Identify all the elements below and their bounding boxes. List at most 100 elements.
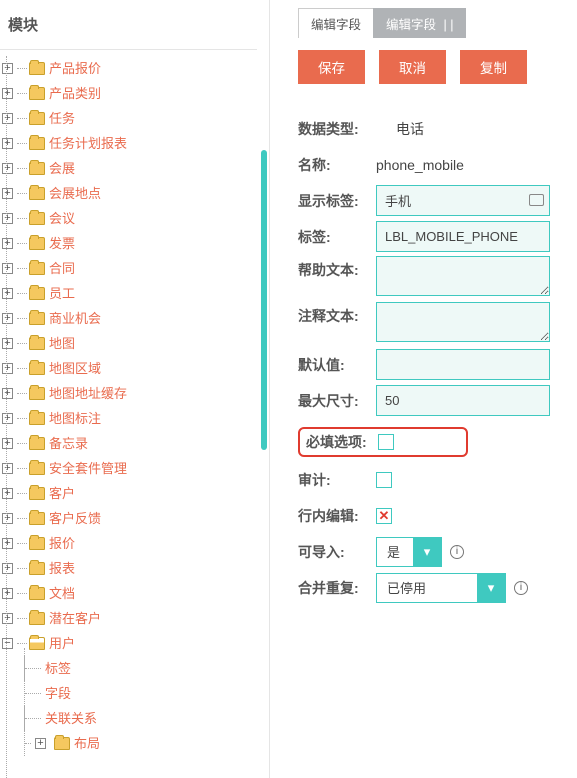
expand-icon[interactable]: + — [2, 288, 13, 299]
tree-label[interactable]: 布局 — [74, 731, 100, 756]
tree-label[interactable]: 产品类别 — [49, 81, 101, 106]
scrollbar-thumb[interactable] — [261, 150, 267, 450]
tree-label[interactable]: 报表 — [49, 556, 75, 581]
tree-label[interactable]: 用户 — [49, 631, 75, 656]
tree-label[interactable]: 产品报价 — [49, 56, 101, 81]
expand-icon[interactable]: + — [2, 438, 13, 449]
close-icon[interactable]: | | — [444, 18, 454, 32]
tree-label[interactable]: 任务计划报表 — [49, 131, 127, 156]
tree-node[interactable]: +地图地址缓存 — [2, 381, 257, 406]
tree-child[interactable]: 标签 — [2, 656, 257, 681]
tree-node[interactable]: + 地图标注 — [2, 406, 257, 431]
tree-label[interactable]: 任务 — [49, 106, 75, 131]
expand-icon[interactable]: + — [2, 113, 13, 124]
expand-icon[interactable]: + — [2, 538, 13, 549]
tree-node[interactable]: + 产品类别 — [2, 81, 257, 106]
expand-icon[interactable]: + — [2, 388, 13, 399]
tree-node[interactable]: + 潜在客户 — [2, 606, 257, 631]
cancel-button[interactable]: 取消 — [379, 50, 446, 84]
tree-label[interactable]: 商业机会 — [49, 306, 101, 331]
expand-icon[interactable]: + — [2, 63, 13, 74]
tree-label[interactable]: 字段 — [45, 681, 71, 706]
tree-label[interactable]: 会议 — [49, 206, 75, 231]
tree-label[interactable]: 备忘录 — [49, 431, 88, 456]
tree-label[interactable]: 文档 — [49, 581, 75, 606]
tree-node-users[interactable]: − 用户 — [2, 631, 257, 656]
checkbox-required[interactable] — [378, 434, 394, 450]
tree-node[interactable]: + 会议 — [2, 206, 257, 231]
tree-node[interactable]: + 发票 — [2, 231, 257, 256]
expand-icon[interactable]: + — [2, 563, 13, 574]
tree-label[interactable]: 潜在客户 — [49, 606, 101, 631]
input-max[interactable] — [376, 385, 550, 416]
expand-icon[interactable]: + — [2, 588, 13, 599]
input-display-label[interactable] — [376, 185, 550, 216]
tree-node[interactable]: + 会展地点 — [2, 181, 257, 206]
tree-node[interactable]: + 备忘录 — [2, 431, 257, 456]
input-default[interactable] — [376, 349, 550, 380]
tree-label[interactable]: 报价 — [49, 531, 75, 556]
tree-node[interactable]: + 地图 — [2, 331, 257, 356]
tree-node[interactable]: + 安全套件管理 — [2, 456, 257, 481]
expand-icon[interactable]: + — [2, 413, 13, 424]
select-merge[interactable]: 已停用 ▾ — [376, 573, 506, 603]
tree-node[interactable]: + 任务 — [2, 106, 257, 131]
tree-node[interactable]: + 产品报价 — [2, 56, 257, 81]
select-importable[interactable]: 是 ▾ — [376, 537, 442, 567]
expand-icon[interactable]: + — [35, 738, 46, 749]
tree-node[interactable]: + 会展 — [2, 156, 257, 181]
tab-active[interactable]: 编辑字段 | | — [373, 8, 466, 38]
input-help[interactable] — [376, 256, 550, 296]
input-comment[interactable] — [376, 302, 550, 342]
tree-child[interactable]: 字段 — [2, 681, 257, 706]
expand-icon[interactable]: + — [2, 313, 13, 324]
tree-label[interactable]: 会展地点 — [49, 181, 101, 206]
collapse-icon[interactable]: − — [2, 638, 13, 649]
tree-node[interactable]: + 客户反馈 — [2, 506, 257, 531]
tree-node[interactable]: + 客户 — [2, 481, 257, 506]
expand-icon[interactable]: + — [2, 338, 13, 349]
tree-label[interactable]: 发票 — [49, 231, 75, 256]
expand-icon[interactable]: + — [2, 138, 13, 149]
expand-icon[interactable]: + — [2, 513, 13, 524]
tree-label[interactable]: 客户 — [49, 481, 75, 506]
expand-icon[interactable]: + — [2, 363, 13, 374]
tree-node[interactable]: + 报表 — [2, 556, 257, 581]
info-icon[interactable]: i — [514, 581, 528, 595]
copy-button[interactable]: 复制 — [460, 50, 527, 84]
tree-label[interactable]: 关联关系 — [45, 706, 97, 731]
tree-label[interactable]: 会展 — [49, 156, 75, 181]
expand-icon[interactable]: + — [2, 88, 13, 99]
info-icon[interactable]: i — [450, 545, 464, 559]
tree-label[interactable]: 合同 — [49, 256, 75, 281]
expand-icon[interactable]: + — [2, 613, 13, 624]
tree-child[interactable]: 关联关系 — [2, 706, 257, 731]
expand-icon[interactable]: + — [2, 163, 13, 174]
expand-icon[interactable]: + — [2, 213, 13, 224]
tree-label[interactable]: 地图区域 — [49, 356, 101, 381]
tree-label[interactable]: 地图标注 — [49, 406, 101, 431]
tree-node[interactable]: + 报价 — [2, 531, 257, 556]
expand-icon[interactable]: + — [2, 188, 13, 199]
expand-icon[interactable]: + — [2, 238, 13, 249]
tree-label[interactable]: 员工 — [49, 281, 75, 306]
tree-node[interactable]: + 任务计划报表 — [2, 131, 257, 156]
keyboard-icon[interactable] — [529, 194, 544, 206]
tree-node[interactable]: + 员工 — [2, 281, 257, 306]
tree-node[interactable]: + 商业机会 — [2, 306, 257, 331]
tree-node[interactable]: + 文档 — [2, 581, 257, 606]
expand-icon[interactable]: + — [2, 263, 13, 274]
tree-label[interactable]: 标签 — [45, 656, 71, 681]
checkbox-audit[interactable] — [376, 472, 392, 488]
tree-label[interactable]: 客户反馈 — [49, 506, 101, 531]
tree-label[interactable]: 安全套件管理 — [49, 456, 127, 481]
expand-icon[interactable]: + — [2, 463, 13, 474]
chevron-down-icon[interactable]: ▾ — [477, 574, 505, 602]
input-label[interactable] — [376, 221, 550, 252]
chevron-down-icon[interactable]: ▾ — [413, 538, 441, 566]
checkbox-inline[interactable]: ✕ — [376, 508, 392, 524]
tree-child-layout[interactable]: + 布局 — [2, 731, 257, 756]
expand-icon[interactable]: + — [2, 488, 13, 499]
tree-label[interactable]: 地图 — [49, 331, 75, 356]
tree-node[interactable]: + 地图区域 — [2, 356, 257, 381]
